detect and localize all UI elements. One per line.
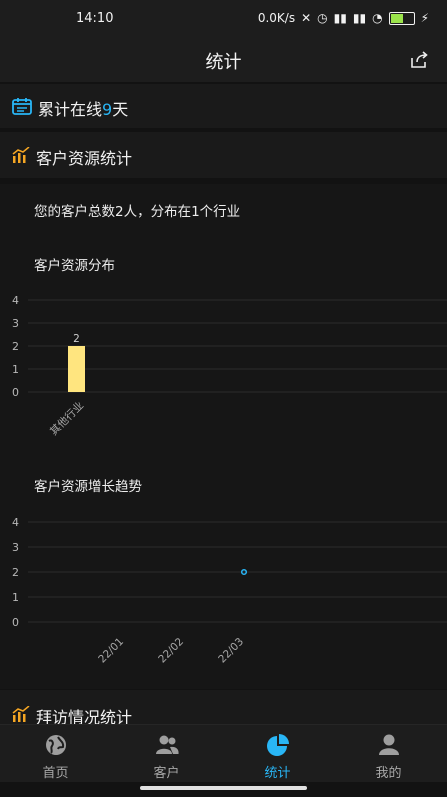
person-icon bbox=[379, 734, 399, 755]
alarm-icon: ◷ bbox=[317, 11, 328, 25]
nav-item-customers[interactable]: 客户 bbox=[111, 725, 222, 783]
page-title: 统计 bbox=[205, 52, 242, 73]
trend-chart-icon bbox=[12, 147, 30, 163]
x-tick-label: 22/01 bbox=[96, 636, 126, 666]
x-tick-label: 其他行业 bbox=[47, 399, 86, 438]
globe-icon bbox=[46, 735, 66, 755]
wifi-icon: ◔ bbox=[372, 11, 383, 25]
signal-icon-2: ▮▮ bbox=[352, 11, 367, 25]
distribution-chart: 0 1 2 3 4 其他行业 2 bbox=[12, 294, 447, 438]
charging-icon: ⚡ bbox=[420, 11, 429, 25]
nav-item-profile[interactable]: 我的 bbox=[333, 725, 444, 783]
signal-icon: ▮▮ bbox=[333, 11, 347, 25]
trend-chart-icon bbox=[12, 706, 30, 722]
battery-icon bbox=[388, 11, 415, 25]
distribution-chart-title: 客户资源分布 bbox=[34, 258, 115, 274]
share-icon[interactable] bbox=[409, 50, 429, 70]
app-bar: 统计 bbox=[0, 38, 447, 82]
y-tick-label: 2 bbox=[12, 340, 19, 353]
system-home-bar bbox=[0, 782, 447, 797]
y-tick-label: 3 bbox=[12, 317, 19, 330]
bar-value-label: 2 bbox=[73, 333, 80, 345]
nav-item-home[interactable]: 首页 bbox=[0, 725, 111, 783]
y-tick-label: 1 bbox=[12, 591, 19, 604]
pie-chart-icon bbox=[267, 734, 289, 756]
home-indicator[interactable] bbox=[140, 786, 307, 790]
y-tick-label: 4 bbox=[12, 516, 19, 529]
nav-label: 首页 bbox=[42, 766, 69, 781]
nav-label: 客户 bbox=[153, 766, 180, 781]
y-tick-label: 0 bbox=[12, 386, 19, 399]
customers-icon bbox=[156, 735, 179, 754]
growth-chart-title: 客户资源增长趋势 bbox=[34, 479, 142, 495]
customer-summary: 您的客户总数2人，分布在1个行业 bbox=[34, 204, 241, 220]
status-time: 14:10 bbox=[76, 11, 114, 26]
x-tick-label: 22/02 bbox=[156, 636, 186, 666]
y-tick-label: 1 bbox=[12, 363, 19, 376]
mute-icon: ✕ bbox=[301, 11, 312, 25]
bottom-navigation: 首页 客户 统计 我的 bbox=[0, 724, 447, 783]
y-tick-label: 3 bbox=[12, 541, 19, 554]
bar bbox=[68, 346, 85, 392]
x-tick-label: 22/03 bbox=[216, 636, 246, 666]
online-days-row: 累计在线9天 bbox=[0, 84, 447, 128]
online-days-count: 9 bbox=[102, 100, 113, 119]
status-indicators: 0.0K/s ✕ ◷ ▮▮ ▮▮ ◔ ⚡ bbox=[258, 11, 429, 25]
online-days-text: 累计在线9天 bbox=[38, 100, 129, 119]
nav-label: 统计 bbox=[264, 766, 291, 781]
y-tick-label: 0 bbox=[12, 616, 19, 629]
section-title: 客户资源统计 bbox=[36, 149, 133, 168]
nav-label: 我的 bbox=[375, 766, 402, 781]
visit-stats-header: 拜访情况统计 bbox=[0, 690, 447, 727]
y-tick-label: 2 bbox=[12, 566, 19, 579]
status-bar: 14:10 0.0K/s ✕ ◷ ▮▮ ▮▮ ◔ ⚡ bbox=[0, 0, 447, 38]
y-tick-label: 4 bbox=[12, 294, 19, 307]
network-speed: 0.0K/s bbox=[257, 11, 296, 25]
customer-stats-header: 客户资源统计 bbox=[0, 132, 447, 178]
nav-item-statistics[interactable]: 统计 bbox=[222, 725, 333, 783]
calendar-icon bbox=[12, 98, 32, 115]
growth-chart: 0 1 2 3 4 22/01 22/02 22/03 bbox=[12, 516, 447, 666]
